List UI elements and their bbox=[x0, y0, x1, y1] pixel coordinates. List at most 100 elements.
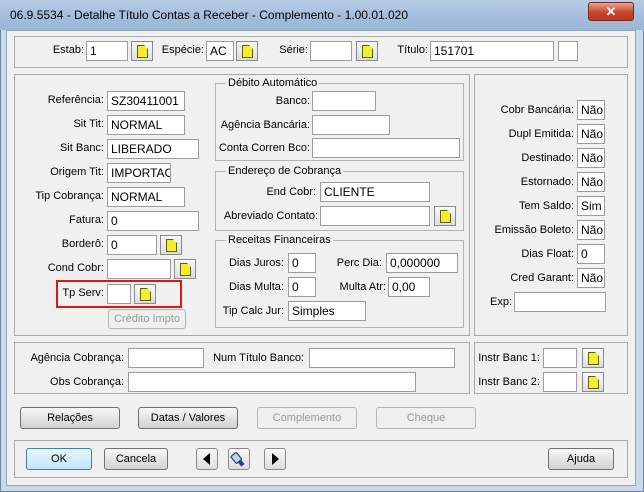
agencia-cobranca-label: Agência Cobrança: bbox=[30, 352, 124, 364]
sit-banc-label: Sit Banc: bbox=[59, 142, 104, 154]
arrow-right-icon bbox=[272, 453, 279, 465]
agencia-cobranca-input[interactable] bbox=[128, 348, 204, 368]
end-cobr-input[interactable]: CLIENTE bbox=[320, 182, 430, 202]
dias-juros-label: Dias Juros: bbox=[228, 257, 284, 269]
cobr-bancaria-value: Não bbox=[577, 100, 605, 120]
dias-juros-input[interactable]: 0 bbox=[288, 253, 316, 273]
endereco-cobranca-title: Endereço de Cobrança bbox=[226, 165, 344, 177]
zoom-icon bbox=[242, 45, 253, 58]
abreviado-contato-zoom-button[interactable] bbox=[434, 206, 456, 226]
ajuda-button[interactable]: Ajuda bbox=[548, 448, 614, 470]
estab-zoom-button[interactable] bbox=[131, 41, 153, 61]
window-title: 06.9.5534 - Detalhe Título Contas a Rece… bbox=[10, 8, 409, 22]
emissao-boleto-value: Não bbox=[577, 220, 605, 240]
dias-multa-label: Dias Multa: bbox=[228, 281, 284, 293]
multa-atr-label: Multa Atr: bbox=[339, 281, 386, 293]
especie-input[interactable]: AC bbox=[206, 41, 234, 61]
perc-dia-label: Perc Dia: bbox=[336, 257, 382, 269]
obs-cobranca-input[interactable] bbox=[128, 372, 416, 392]
instr-banc-2-label: Instr Banc 2: bbox=[478, 376, 540, 388]
complemento-button[interactable]: Complemento bbox=[257, 407, 357, 429]
tip-calc-jur-input[interactable]: Simples bbox=[288, 301, 366, 321]
titulo-parcela-input[interactable] bbox=[558, 41, 578, 61]
arrow-left-icon bbox=[203, 453, 210, 465]
origem-tit-input[interactable]: IMPORTAC bbox=[107, 163, 171, 183]
debito-automatico-title: Débito Automático bbox=[226, 77, 320, 89]
instr-banc-1-zoom-button[interactable] bbox=[582, 348, 604, 368]
cond-cobr-input[interactable] bbox=[107, 259, 171, 279]
cred-garant-label: Cred Garant: bbox=[510, 272, 574, 284]
estornado-value: Não bbox=[577, 172, 605, 192]
tem-saldo-label: Tem Saldo: bbox=[518, 200, 574, 212]
titulo-input[interactable]: 151701 bbox=[430, 41, 554, 61]
tem-saldo-value: Sim bbox=[577, 196, 605, 216]
tp-serv-highlight bbox=[56, 280, 182, 308]
end-cobr-label: End Cobr: bbox=[266, 186, 316, 198]
referencia-input[interactable]: SZ30411001 bbox=[107, 91, 185, 111]
flashlight-icon bbox=[230, 452, 245, 467]
relacoes-button[interactable]: Relações bbox=[20, 407, 120, 429]
agencia-bancaria-input[interactable] bbox=[312, 115, 390, 135]
estab-label: Estab: bbox=[52, 44, 84, 56]
sit-banc-input[interactable]: LIBERADO bbox=[107, 139, 199, 159]
serie-zoom-button[interactable] bbox=[356, 41, 378, 61]
bordero-label: Borderô: bbox=[61, 238, 104, 250]
exp-input[interactable] bbox=[514, 292, 606, 312]
zoom-icon bbox=[588, 376, 599, 389]
zoom-icon bbox=[588, 352, 599, 365]
banco-label: Banco: bbox=[275, 95, 310, 107]
origem-tit-label: Origem Tit: bbox=[50, 166, 104, 178]
zoom-icon bbox=[137, 45, 148, 58]
zoom-icon bbox=[440, 210, 451, 223]
receitas-financeiras-title: Receitas Financeiras bbox=[226, 234, 333, 246]
instr-banc-1-input[interactable] bbox=[543, 348, 577, 368]
sit-tit-label: Sit Tit: bbox=[73, 118, 104, 130]
bordero-input[interactable]: 0 bbox=[107, 235, 157, 255]
num-titulo-banco-input[interactable] bbox=[309, 348, 455, 368]
instr-banc-2-input[interactable] bbox=[543, 372, 577, 392]
zoom-icon bbox=[166, 239, 177, 252]
credito-impto-button[interactable]: Crédito Impto bbox=[108, 309, 186, 329]
cond-cobr-zoom-button[interactable] bbox=[174, 259, 196, 279]
obs-cobranca-label: Obs Cobrança: bbox=[50, 376, 124, 388]
goto-button[interactable] bbox=[228, 448, 250, 470]
tip-cobranca-label: Tip Cobrança: bbox=[35, 190, 104, 202]
cred-garant-value: Não bbox=[577, 268, 605, 288]
conta-corren-bco-input[interactable] bbox=[312, 138, 460, 158]
multa-atr-input[interactable]: 0,00 bbox=[388, 277, 430, 297]
ok-button[interactable]: OK bbox=[26, 448, 92, 470]
titulo-label: Título: bbox=[397, 44, 428, 56]
tip-cobranca-input[interactable]: NORMAL bbox=[107, 187, 185, 207]
especie-label: Espécie: bbox=[161, 44, 204, 56]
referencia-label: Referência: bbox=[47, 94, 104, 106]
cond-cobr-label: Cond Cobr: bbox=[47, 262, 104, 274]
banco-input[interactable] bbox=[312, 91, 376, 111]
cheque-button[interactable]: Cheque bbox=[376, 407, 476, 429]
close-button[interactable]: ✕ bbox=[588, 2, 634, 21]
conta-corren-bco-label: Conta Corren Bco: bbox=[218, 142, 310, 154]
destinado-label: Destinado: bbox=[521, 152, 574, 164]
destinado-value: Não bbox=[577, 148, 605, 168]
sit-tit-input[interactable]: NORMAL bbox=[107, 115, 185, 135]
especie-zoom-button[interactable] bbox=[236, 41, 258, 61]
fatura-input[interactable]: 0 bbox=[107, 211, 199, 231]
next-button[interactable] bbox=[264, 448, 286, 470]
previous-button[interactable] bbox=[196, 448, 218, 470]
instr-banc-2-zoom-button[interactable] bbox=[582, 372, 604, 392]
datas-valores-button[interactable]: Datas / Valores bbox=[138, 407, 238, 429]
estab-input[interactable]: 1 bbox=[86, 41, 128, 61]
dupl-emitida-label: Dupl Emitida: bbox=[508, 128, 574, 140]
num-titulo-banco-label: Num Título Banco: bbox=[213, 352, 304, 364]
serie-input[interactable] bbox=[310, 41, 352, 61]
cancela-button[interactable]: Cancela bbox=[104, 448, 168, 470]
abreviado-contato-input[interactable] bbox=[320, 206, 430, 226]
dias-multa-input[interactable]: 0 bbox=[288, 277, 316, 297]
emissao-boleto-label: Emissão Boleto: bbox=[494, 224, 574, 236]
zoom-icon bbox=[180, 263, 191, 276]
fatura-label: Fatura: bbox=[69, 214, 104, 226]
perc-dia-input[interactable]: 0,000000 bbox=[386, 253, 458, 273]
instr-banc-1-label: Instr Banc 1: bbox=[478, 352, 540, 364]
bordero-zoom-button[interactable] bbox=[160, 235, 182, 255]
dupl-emitida-value: Não bbox=[577, 124, 605, 144]
cobr-bancaria-label: Cobr Bancária: bbox=[500, 104, 574, 116]
